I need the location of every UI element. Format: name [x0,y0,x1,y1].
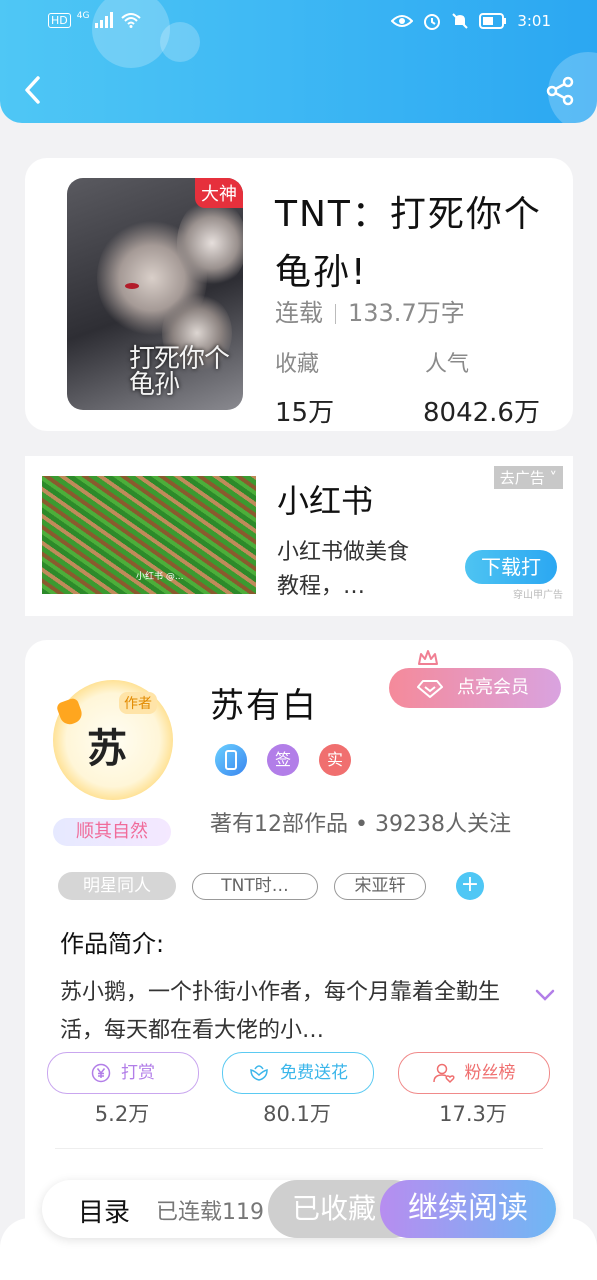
favorites-value: 15万 [275,398,335,428]
reward-label: 打赏 [121,1063,155,1083]
bell-off-icon [452,13,469,29]
signal-icon [95,12,114,28]
remove-ad-label: 去广告 [499,469,545,487]
battery-icon [479,13,507,29]
signed-badge[interactable]: 签 [267,744,299,776]
catalog-button[interactable]: 目录 [78,1192,130,1229]
serial-progress: 已连载119 [156,1200,264,1225]
status-bar: HD 4G 3:01 [0,8,597,36]
word-count: 133.7万字 [348,299,465,327]
ad-image: 小红书 @... [42,476,256,594]
nickname-badge: 顺其自然 [53,818,171,846]
intro-heading: 作品简介: [60,930,165,958]
tag-chip[interactable]: 宋亚轩 [334,872,426,900]
master-author-badge: 大神 [195,178,243,208]
ad-download-button[interactable]: 下载打 [465,550,557,584]
add-tag-button[interactable]: + [456,872,484,900]
send-flower-button[interactable]: 免费送花 [222,1052,374,1094]
real-name-badge[interactable]: 实 [319,744,351,776]
popularity-label: 人气 [425,352,470,377]
send-flower-label: 免费送花 [280,1063,348,1083]
user-heart-icon [432,1063,455,1084]
serial-status: 连载 [275,299,323,327]
intro-text: 苏小鹅，一个扑街小作者，每个月靠着全勤生活，每天都在看大佬的小… [60,980,501,1043]
author-stats: 著有12部作品 • 39238人关注 [210,812,511,837]
back-chevron-icon [25,76,40,104]
fan-ranking-button[interactable]: 粉丝榜 [398,1052,550,1094]
author-avatar[interactable]: 作者 苏 [53,680,173,800]
eye-icon [391,15,414,27]
expand-chevron-icon[interactable] [535,988,555,1002]
cover-art [125,283,139,289]
yen-icon [91,1063,111,1083]
wifi-icon [121,13,142,28]
author-name: 苏有白 [210,686,318,726]
fan-ranking-label: 粉丝榜 [464,1063,516,1083]
cover-art [177,198,243,288]
ad-source: 穿山甲广告 [513,590,563,601]
vip-label: 点亮会员 [457,677,529,698]
popularity-value: 8042.6万 [423,398,540,428]
clock-time: 3:01 [517,12,551,30]
back-button[interactable] [18,72,50,108]
tag-chip[interactable]: TNT时… [192,872,318,900]
divider [335,304,336,324]
alarm-icon [424,14,441,30]
author-tag: 作者 [119,692,157,714]
chevron-down-icon: ˅ [549,469,558,487]
fan-count: 17.3万 [439,1102,507,1126]
tag-chip[interactable]: 明星同人 [58,872,176,900]
book-status-line: 连载 133.7万字 [275,293,465,328]
flower-icon [250,1065,268,1081]
continue-reading-button[interactable]: 继续阅读 [380,1180,556,1238]
favorites-label: 收藏 [275,352,320,377]
flower-count: 80.1万 [263,1102,331,1126]
author-badges: 签 实 [215,744,351,776]
ad-banner[interactable]: 小红书 @... 小红书 小红书做美食教程，… 去广告 ˅ 下载打 穿山甲广告 [25,456,573,616]
avatar-char: 苏 [87,726,127,772]
divider [55,1148,543,1149]
network-gen-label: 4G [76,11,90,21]
crown-icon [418,650,438,665]
reward-button[interactable]: 打赏 [47,1052,199,1094]
phone-verified-badge[interactable] [215,744,247,776]
ad-title: 小红书 [277,482,374,520]
book-info-card: 打死你个龟孙 大神 TNT：打死你个龟孙! 连载 133.7万字 收藏 人气 15… [25,158,573,431]
book-cover[interactable]: 打死你个龟孙 大神 [67,178,243,410]
author-card: 作者 苏 顺其自然 苏有白 点亮会员 签 实 著有12部作品 • 39238人关… [25,640,573,1260]
ad-description: 小红书做美食教程，… [277,540,410,599]
hd-label: HD [48,12,71,28]
header: HD 4G 3:01 [0,0,597,123]
bottom-action-bar: 目录 已连载119 已收藏 继续阅读 [42,1180,556,1238]
lamp-icon [55,696,85,728]
cover-title-art: 打死你个龟孙 [129,344,230,400]
phone-icon [225,750,237,770]
diamond-icon [417,680,443,698]
remove-ad-button[interactable]: 去广告 ˅ [493,466,563,489]
share-button[interactable] [545,76,575,106]
reward-count: 5.2万 [94,1102,150,1126]
ad-image-watermark: 小红书 @... [136,572,184,582]
share-icon [546,76,574,106]
book-title: TNT：打死你个龟孙! [275,194,542,293]
tag-list: 明星同人 TNT时… 宋亚轩 + [58,872,484,900]
vip-button[interactable]: 点亮会员 [389,668,561,708]
